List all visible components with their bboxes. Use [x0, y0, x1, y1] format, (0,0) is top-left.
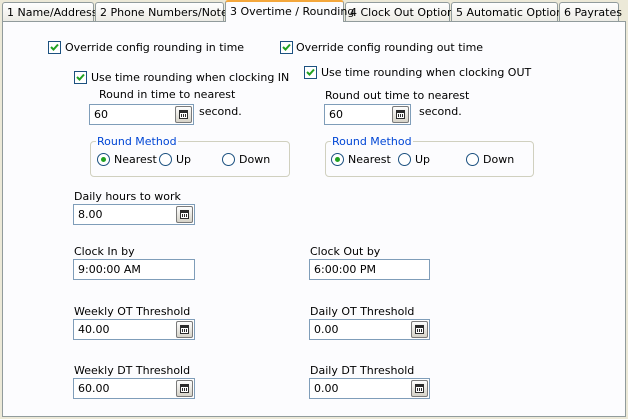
daily-hours-calendar-button[interactable]: [176, 206, 193, 223]
round-in-nearest-label: Nearest: [114, 153, 157, 166]
round-in-to-label: Round in time to nearest: [99, 88, 236, 101]
round-out-nearest-radio[interactable]: [331, 153, 344, 166]
use-rounding-in-checkbox[interactable]: [74, 71, 87, 84]
weekly-dt-calendar-button[interactable]: [176, 380, 193, 397]
daily-dt-calendar-button[interactable]: [411, 380, 428, 397]
override-rounding-in-label: Override config rounding in time: [65, 41, 245, 54]
daily-ot-calendar-button[interactable]: [411, 321, 428, 338]
round-out-down-radio[interactable]: [466, 153, 479, 166]
clock-out-input[interactable]: 6:00:00 PM: [309, 259, 430, 280]
daily-hours-label: Daily hours to work: [74, 190, 181, 203]
calendar-icon: [180, 384, 189, 393]
round-in-unit: second.: [199, 105, 242, 118]
daily-dt-label: Daily DT Threshold: [310, 364, 415, 377]
check-icon: [306, 68, 315, 76]
calendar-icon: [396, 110, 405, 119]
round-in-calendar-button[interactable]: [175, 106, 192, 123]
check-icon: [282, 43, 291, 51]
round-out-calendar-button[interactable]: [392, 106, 409, 123]
clock-in-label: Clock In by: [74, 245, 135, 258]
round-in-up-label: Up: [176, 153, 192, 166]
use-rounding-out-checkbox[interactable]: [304, 66, 317, 79]
round-out-down-label: Down: [483, 153, 515, 166]
calendar-icon: [180, 325, 189, 334]
round-out-unit: second.: [419, 105, 462, 118]
daily-ot-label: Daily OT Threshold: [310, 305, 415, 318]
weekly-ot-label: Weekly OT Threshold: [74, 305, 191, 318]
use-rounding-in-label: Use time rounding when clocking IN: [91, 71, 290, 84]
use-rounding-out-label: Use time rounding when clocking OUT: [321, 66, 532, 79]
round-in-method-legend: Round Method: [96, 135, 178, 148]
weekly-dt-label: Weekly DT Threshold: [74, 364, 191, 377]
clock-out-label: Clock Out by: [310, 245, 381, 258]
round-in-up-radio[interactable]: [159, 153, 172, 166]
round-out-method-legend: Round Method: [331, 135, 413, 148]
calendar-icon: [180, 210, 189, 219]
check-icon: [76, 73, 85, 81]
calendar-icon: [179, 110, 188, 119]
calendar-icon: [415, 325, 424, 334]
round-out-nearest-label: Nearest: [348, 153, 391, 166]
round-out-up-label: Up: [415, 153, 431, 166]
round-out-up-radio[interactable]: [398, 153, 411, 166]
round-in-nearest-radio[interactable]: [97, 153, 110, 166]
override-rounding-out-label: Override config rounding out time: [296, 41, 484, 54]
check-icon: [50, 43, 59, 51]
round-out-to-label: Round out time to nearest: [325, 89, 470, 102]
clock-in-input[interactable]: 9:00:00 AM: [73, 259, 195, 280]
weekly-ot-calendar-button[interactable]: [176, 321, 193, 338]
override-rounding-in-checkbox[interactable]: [48, 41, 61, 54]
override-rounding-out-checkbox[interactable]: [280, 41, 293, 54]
calendar-icon: [415, 384, 424, 393]
round-in-down-label: Down: [239, 153, 271, 166]
round-in-down-radio[interactable]: [222, 153, 235, 166]
